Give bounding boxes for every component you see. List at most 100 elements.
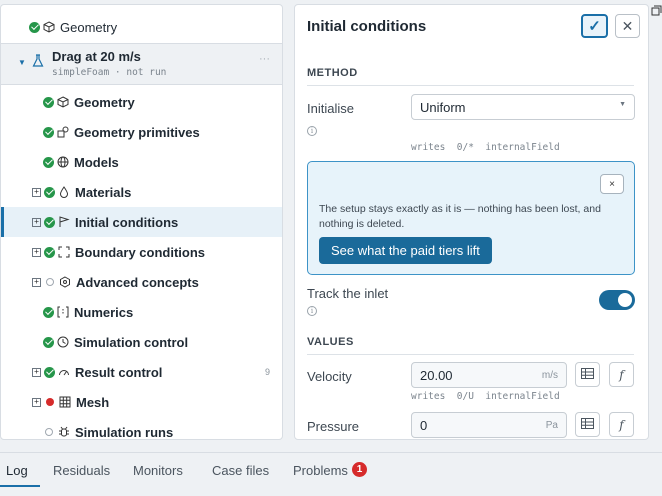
close-icon: ✕	[621, 17, 634, 34]
tree-item-models[interactable]: Models	[1, 147, 282, 177]
initialise-label: Initialise	[307, 101, 354, 116]
table-button[interactable]	[575, 412, 600, 437]
status-ok-icon	[44, 246, 55, 258]
case-name: Drag at 20 m/s	[52, 49, 141, 64]
tree-item-geometry-primitives[interactable]: Geometry primitives	[1, 117, 282, 147]
tree-item-label: Boundary conditions	[75, 244, 205, 260]
tree-item-label: Advanced concepts	[76, 274, 199, 290]
case-tree: Geometry ▼ Drag at 20 m/s simpleFoam · n…	[0, 4, 283, 440]
upgrade-notice: × The setup stays exactly as it is — not…	[307, 161, 635, 275]
velocity-input[interactable]: 20.00 m/s	[411, 362, 567, 388]
pressure-unit: Pa	[545, 420, 558, 431]
gauge-icon	[58, 366, 70, 378]
initialise-select[interactable]: Uniform ▼	[411, 94, 635, 120]
pressure-label: Pressure	[307, 419, 360, 434]
panel-title: Initial conditions	[307, 18, 427, 35]
expand-icon[interactable]: +	[32, 397, 41, 407]
window-restore-icon[interactable]	[651, 4, 662, 22]
status-ok-icon	[43, 336, 54, 348]
tree-item-geometry-top[interactable]: Geometry	[1, 12, 282, 42]
notice-message: The setup stays exactly as it is — nothi…	[319, 203, 601, 230]
expand-icon[interactable]: +	[32, 187, 41, 197]
tree-item-simulation-control[interactable]: Simulation control	[1, 327, 282, 357]
flag-icon	[58, 216, 70, 228]
status-ok-icon	[29, 21, 40, 33]
status-empty-icon	[46, 278, 54, 286]
shapes-icon	[57, 126, 69, 138]
globe-icon	[57, 156, 69, 168]
expand-icon[interactable]: +	[32, 367, 41, 377]
flask-icon	[32, 54, 44, 73]
tree-item-label: Simulation runs	[75, 424, 174, 440]
confirm-button[interactable]: ✓	[581, 14, 608, 38]
pressure-value: 0	[420, 418, 428, 433]
more-options-icon[interactable]: ···	[259, 53, 270, 65]
tree-item-numerics[interactable]: Numerics	[1, 297, 282, 327]
tree-item-label: Initial conditions	[75, 214, 179, 230]
table-icon	[581, 416, 594, 434]
tree-item-simulation-runs[interactable]: Simulation runs	[1, 417, 282, 440]
boundary-icon	[58, 246, 70, 258]
tree-item-mesh[interactable]: + Mesh	[1, 387, 282, 417]
tab-log[interactable]: Log	[6, 463, 28, 478]
expand-icon[interactable]: +	[32, 217, 41, 227]
velocity-value: 20.00	[420, 368, 453, 383]
tree-item-label: Simulation control	[74, 334, 189, 350]
table-icon	[581, 366, 594, 384]
tree-item-label: Geometry	[74, 94, 135, 110]
initialise-value: Uniform	[420, 100, 466, 115]
tab-problems[interactable]: Problems	[293, 463, 348, 478]
tab-residuals[interactable]: Residuals	[53, 463, 110, 478]
values-section-header: VALUES	[307, 336, 354, 348]
chevron-down-icon: ▼	[619, 101, 626, 108]
status-error-icon	[46, 398, 54, 406]
track-inlet-toggle[interactable]	[599, 290, 635, 310]
function-button[interactable]: f	[609, 362, 634, 387]
tree-item-boundary-conditions[interactable]: + Boundary conditions	[1, 237, 282, 267]
status-ok-icon	[43, 156, 54, 168]
track-inlet-label: Track the inlet	[307, 286, 389, 301]
method-section-header: METHOD	[307, 67, 358, 79]
velocity-unit: m/s	[541, 370, 558, 381]
pressure-input[interactable]: 0 Pa	[411, 412, 567, 438]
tree-item-result-control[interactable]: + Result control 9	[1, 357, 282, 387]
tree-item-label: Result control	[75, 364, 163, 380]
cube-icon	[57, 96, 69, 108]
close-icon: ×	[609, 178, 615, 190]
tree-item-geometry[interactable]: Geometry	[1, 87, 282, 117]
tree-item-label: Mesh	[76, 394, 110, 410]
count-badge: 9	[264, 367, 270, 377]
status-empty-icon	[45, 428, 53, 436]
hexagon-icon	[59, 276, 71, 288]
table-button[interactable]	[575, 362, 600, 387]
velocity-label: Velocity	[307, 369, 352, 384]
bug-icon	[58, 426, 70, 438]
function-icon: f	[619, 417, 624, 432]
bottom-tab-bar: Log Residuals Monitors Case files Proble…	[0, 452, 662, 496]
info-icon[interactable]: i	[307, 126, 317, 136]
check-icon: ✓	[588, 18, 601, 35]
status-ok-icon	[43, 96, 54, 108]
expand-icon[interactable]: +	[32, 277, 41, 287]
tree-item-initial-conditions[interactable]: + Initial conditions	[1, 207, 282, 237]
status-ok-icon	[43, 126, 54, 138]
close-button[interactable]: ✕	[615, 14, 640, 38]
dismiss-notice-button[interactable]: ×	[600, 174, 624, 194]
info-icon[interactable]: i	[307, 306, 317, 316]
tree-item-label: Geometry primitives	[74, 124, 200, 140]
tree-item-label: Materials	[75, 184, 132, 200]
tab-case-files[interactable]: Case files	[212, 463, 269, 478]
see-paid-tiers-button[interactable]: See what the paid tiers lift	[319, 237, 492, 264]
case-header[interactable]: ▼ Drag at 20 m/s simpleFoam · not run ··…	[1, 43, 282, 85]
tree-item-advanced-concepts[interactable]: + Advanced concepts	[1, 267, 282, 297]
expand-icon[interactable]: +	[32, 247, 41, 257]
tree-item-label: Geometry	[60, 19, 118, 35]
grid-icon	[59, 396, 71, 408]
tree-item-materials[interactable]: + Materials	[1, 177, 282, 207]
status-ok-icon	[44, 216, 55, 228]
function-button[interactable]: f	[609, 412, 634, 437]
tree-item-label: Numerics	[74, 304, 134, 320]
collapse-arrow-icon[interactable]: ▼	[18, 58, 26, 67]
tab-monitors[interactable]: Monitors	[133, 463, 183, 478]
initialise-writes: writes 0/* internalField	[411, 142, 560, 153]
